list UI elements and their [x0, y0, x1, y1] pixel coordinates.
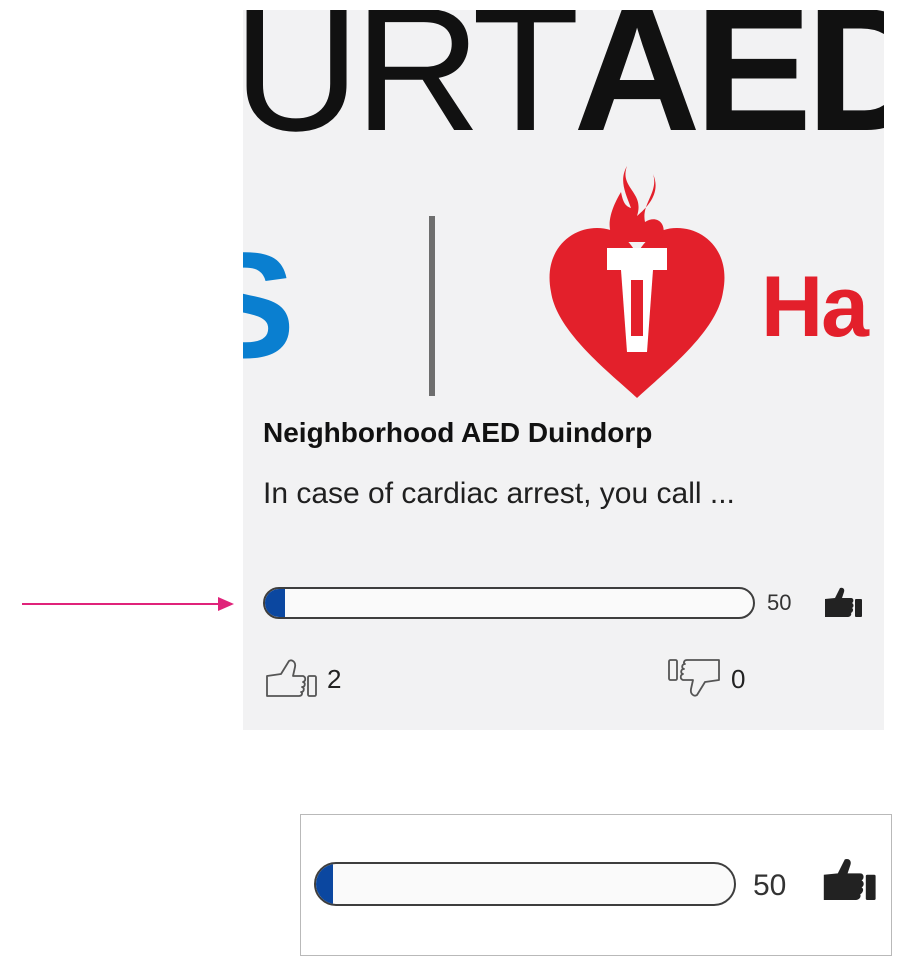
callout-arrow-icon — [22, 597, 234, 611]
downvote-count: 0 — [731, 664, 746, 694]
aed-card[interactable]: URTAED. S Ha Neighborhood AED Duindorp I… — [243, 10, 884, 730]
progress-goal-value: 50 — [767, 590, 792, 615]
card-description: In case of cardiac arrest, you call ... — [263, 477, 735, 510]
card-title[interactable]: Neighborhood AED Duindorp — [263, 417, 652, 449]
progress-bar — [263, 587, 755, 619]
heart-torch-logo-icon — [549, 166, 725, 398]
zoomed-progress-bar — [314, 862, 736, 906]
zoomed-progress-bar-fill — [316, 864, 333, 904]
zoomed-progress-goal-value: 50 — [753, 869, 787, 902]
zoomed-progress-callout: 50 — [300, 814, 892, 956]
thumbs-up-filled-icon — [825, 587, 862, 617]
banner-wordmark: URTAED. — [243, 10, 884, 168]
partner-logo-letter: S — [243, 221, 296, 389]
logo-divider — [429, 216, 435, 396]
vote-row: 2 0 — [243, 652, 884, 712]
thumbs-up-outline-icon — [266, 659, 317, 697]
thumbs-up-filled-icon — [823, 859, 876, 900]
card-banner-image: URTAED. S Ha — [243, 10, 884, 400]
heart-association-text: Ha — [761, 259, 869, 355]
thumbs-down-outline-icon — [668, 659, 720, 697]
progress-bar-fill — [265, 589, 285, 617]
upvote-count: 2 — [327, 664, 342, 694]
progress-row: 50 — [263, 586, 863, 622]
